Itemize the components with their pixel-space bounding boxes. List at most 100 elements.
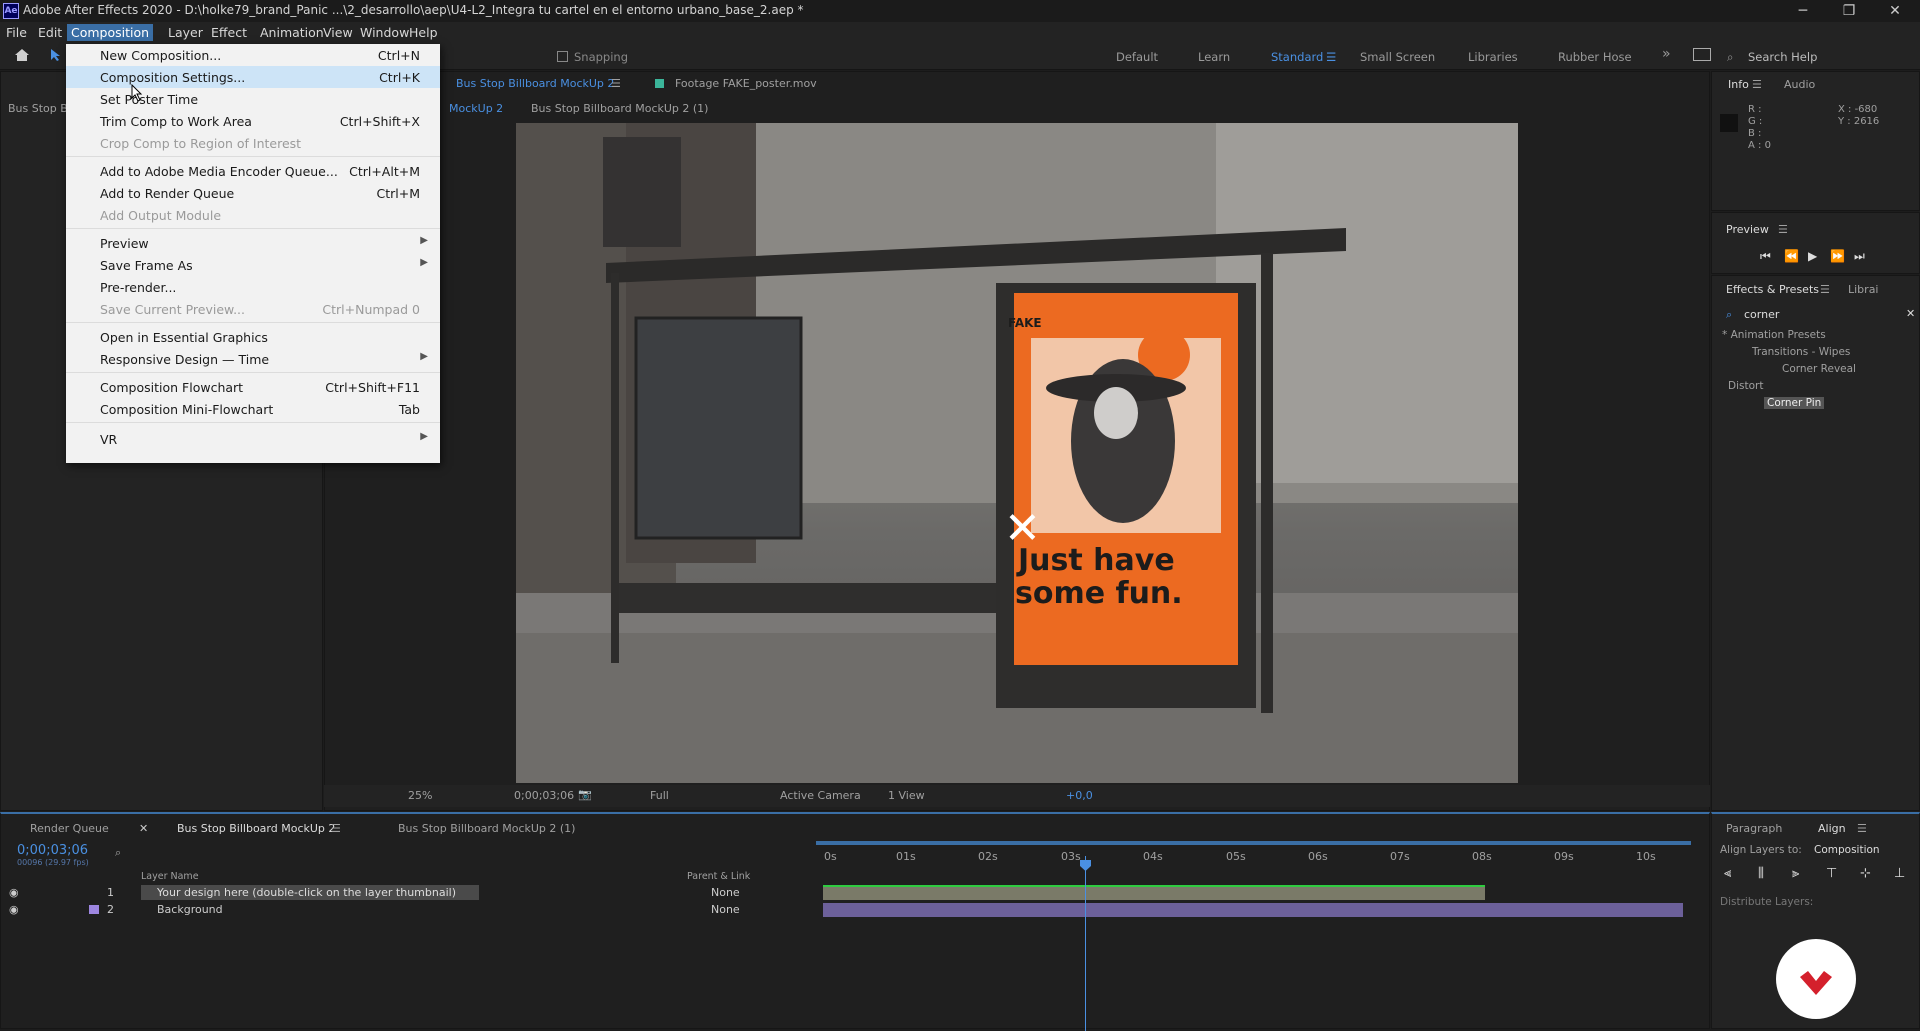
- maximize-button[interactable]: ❐: [1826, 0, 1872, 22]
- align-right-icon[interactable]: ⫸: [1792, 866, 1799, 881]
- tree-corner-pin[interactable]: Corner Pin: [1764, 397, 1825, 409]
- workspace-libraries[interactable]: Libraries: [1468, 50, 1518, 64]
- menu-save-frame-as[interactable]: Save Frame As ▶: [66, 254, 440, 276]
- home-icon[interactable]: [14, 48, 30, 62]
- menu-open-essential-graphics[interactable]: Open in Essential Graphics: [66, 326, 440, 348]
- menu-composition[interactable]: Composition: [67, 24, 154, 41]
- snapping-checkbox[interactable]: [557, 51, 568, 62]
- chevron-right-icon[interactable]: »: [1662, 46, 1671, 62]
- menu-help[interactable]: Help: [405, 24, 442, 41]
- tree-transitions-wipes[interactable]: Transitions - Wipes: [1752, 346, 1850, 358]
- layer-parent-select[interactable]: None: [711, 886, 740, 899]
- search-help-input[interactable]: Search Help: [1748, 50, 1817, 64]
- tab-comp-viewer[interactable]: Bus Stop Billboard MockUp 2: [456, 77, 614, 90]
- timecode-display[interactable]: 0;00;03;06: [514, 789, 574, 802]
- tab-info[interactable]: Info: [1728, 78, 1749, 91]
- menu-set-poster-time[interactable]: Set Poster Time: [66, 88, 440, 110]
- composition-preview-image[interactable]: FAKE Just have some fun. ✕: [516, 123, 1518, 783]
- breadcrumb-comp-nested[interactable]: Bus Stop Billboard MockUp 2 (1): [531, 102, 708, 115]
- play-icon[interactable]: ▶: [1808, 249, 1817, 263]
- layer-row[interactable]: ◉ 2 Background None: [1, 901, 811, 918]
- breadcrumb-comp[interactable]: MockUp 2: [449, 102, 503, 115]
- time-ruler[interactable]: 0s 01s 02s 03s 04s 05s 06s 07s 08s 09s 1…: [816, 850, 1691, 874]
- layer-row[interactable]: ◉ 1 Your design here (double-click on th…: [1, 884, 811, 901]
- menu-animation[interactable]: Animation: [256, 24, 328, 41]
- camera-icon[interactable]: 📷: [578, 788, 592, 801]
- menu-add-media-encoder[interactable]: Add to Adobe Media Encoder Queue... Ctrl+…: [66, 160, 440, 182]
- layer-bar[interactable]: [823, 886, 1485, 900]
- workspace-rubber-hose[interactable]: Rubber Hose: [1558, 50, 1632, 64]
- menu-effect[interactable]: Effect: [207, 24, 251, 41]
- effects-menu-icon[interactable]: ☰: [1820, 283, 1830, 296]
- visibility-eye-icon[interactable]: ◉: [9, 886, 19, 899]
- tab-render-queue[interactable]: Render Queue: [30, 822, 109, 835]
- menu-layer[interactable]: Layer: [164, 24, 207, 41]
- menu-vr[interactable]: VR ▶: [66, 428, 440, 450]
- align-bottom-icon[interactable]: ⊥: [1894, 866, 1905, 881]
- tab-audio[interactable]: Audio: [1784, 78, 1815, 91]
- align-left-icon[interactable]: ⫷: [1724, 866, 1731, 881]
- next-frame-icon[interactable]: ⏩: [1830, 249, 1845, 263]
- visibility-eye-icon[interactable]: ◉: [9, 903, 19, 916]
- zoom-select[interactable]: 25%: [408, 789, 432, 802]
- exposure-value[interactable]: +0,0: [1066, 789, 1093, 802]
- layer-parent-select[interactable]: None: [711, 903, 740, 916]
- tab-timeline-comp2[interactable]: Bus Stop Billboard MockUp 2 (1): [398, 822, 575, 835]
- close-button[interactable]: ✕: [1872, 0, 1918, 22]
- align-middle-icon[interactable]: ⊹: [1860, 866, 1871, 881]
- tab-timeline-comp[interactable]: Bus Stop Billboard MockUp 2: [177, 822, 335, 835]
- menu-responsive-design[interactable]: Responsive Design — Time ▶: [66, 348, 440, 370]
- workspace-standard[interactable]: Standard: [1271, 50, 1323, 64]
- align-top-icon[interactable]: ⊤: [1826, 866, 1837, 881]
- tab-footage-viewer[interactable]: Footage FAKE_poster.mov: [675, 77, 817, 90]
- tab-paragraph[interactable]: Paragraph: [1726, 822, 1782, 835]
- timeline-search-icon[interactable]: ⌕: [115, 846, 121, 860]
- align-center-icon[interactable]: ⫼: [1758, 866, 1764, 881]
- menu-composition-mini-flowchart[interactable]: Composition Mini-Flowchart Tab: [66, 398, 440, 420]
- menu-pre-render[interactable]: Pre-render...: [66, 276, 440, 298]
- tab-align[interactable]: Align: [1818, 822, 1846, 835]
- workspace-menu-icon[interactable]: ☰: [1326, 50, 1336, 64]
- prev-frame-icon[interactable]: ⏪: [1784, 249, 1799, 263]
- tree-corner-reveal[interactable]: Corner Reveal: [1782, 363, 1856, 375]
- close-tab-icon[interactable]: ✕: [139, 822, 148, 835]
- tab-libraries[interactable]: Librai: [1848, 283, 1879, 296]
- tree-distort[interactable]: Distort: [1728, 380, 1763, 392]
- menu-new-composition[interactable]: New Composition... Ctrl+N: [66, 44, 440, 66]
- camera-select[interactable]: Active Camera: [780, 789, 861, 802]
- search-icon[interactable]: ⌕: [1727, 50, 1733, 65]
- first-frame-icon[interactable]: ⏮: [1760, 249, 1771, 264]
- menu-preview[interactable]: Preview ▶: [66, 232, 440, 254]
- views-select[interactable]: 1 View: [888, 789, 925, 802]
- workspace-learn[interactable]: Learn: [1198, 50, 1230, 64]
- menu-add-render-queue[interactable]: Add to Render Queue Ctrl+M: [66, 182, 440, 204]
- tree-animation-presets[interactable]: * Animation Presets: [1722, 329, 1826, 341]
- minimize-button[interactable]: ─: [1780, 0, 1826, 22]
- workspace-small-screen[interactable]: Small Screen: [1360, 50, 1435, 64]
- work-area-bar[interactable]: [816, 841, 1691, 845]
- preview-menu-icon[interactable]: ☰: [1778, 223, 1788, 236]
- selection-tool-icon[interactable]: [50, 48, 62, 62]
- layer-name[interactable]: Background: [157, 903, 223, 916]
- align-layers-to-select[interactable]: Composition: [1814, 844, 1880, 856]
- layer-bar[interactable]: [823, 903, 1683, 917]
- menu-composition-flowchart[interactable]: Composition Flowchart Ctrl+Shift+F11: [66, 376, 440, 398]
- effects-search-input[interactable]: corner: [1744, 308, 1779, 321]
- info-menu-icon[interactable]: ☰: [1752, 78, 1762, 91]
- layer-color-label[interactable]: [89, 905, 99, 914]
- workspace-default[interactable]: Default: [1116, 50, 1158, 64]
- align-menu-icon[interactable]: ☰: [1857, 822, 1867, 835]
- menu-trim-comp[interactable]: Trim Comp to Work Area Ctrl+Shift+X: [66, 110, 440, 132]
- menu-edit[interactable]: Edit: [34, 24, 66, 41]
- clear-search-icon[interactable]: ✕: [1906, 307, 1915, 320]
- menu-view[interactable]: View: [319, 24, 357, 41]
- menu-file[interactable]: File: [2, 24, 31, 41]
- project-tab[interactable]: Bus Stop Bi: [8, 102, 71, 115]
- playhead[interactable]: [1085, 856, 1086, 1031]
- last-frame-icon[interactable]: ⏭: [1854, 249, 1865, 264]
- tab-menu-icon[interactable]: ☰: [611, 77, 621, 90]
- resolution-select[interactable]: Full: [650, 789, 669, 802]
- timeline-menu-icon[interactable]: ☰: [331, 822, 341, 835]
- menu-composition-settings[interactable]: Composition Settings... Ctrl+K: [66, 66, 440, 88]
- layer-name[interactable]: Your design here (double-click on the la…: [157, 886, 456, 899]
